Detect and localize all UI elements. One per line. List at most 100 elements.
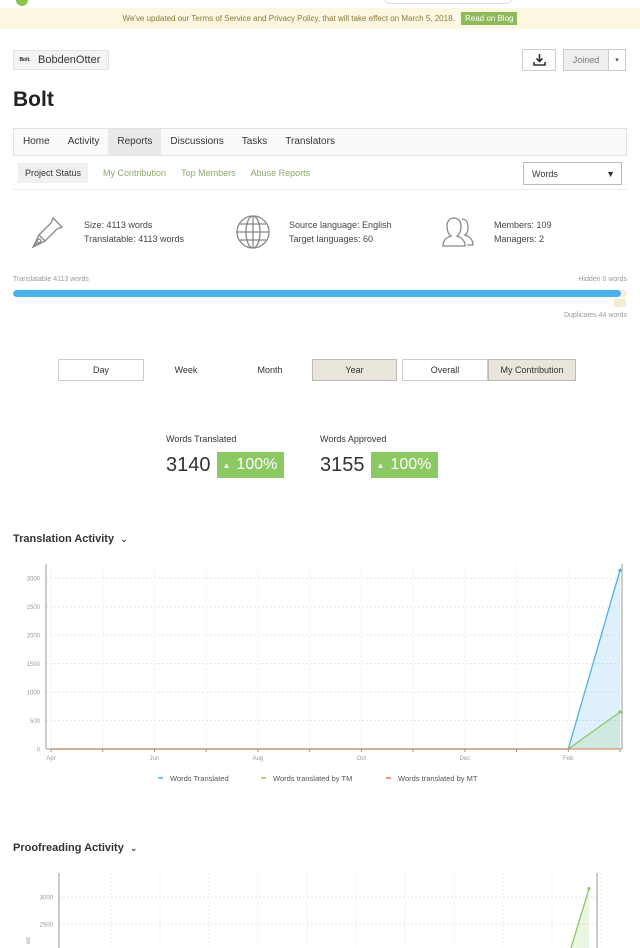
section-title-text: Translation Activity: [13, 533, 115, 545]
target-languages-text: Target languages: 60: [289, 234, 374, 244]
kpi-label: Words Approved: [320, 434, 387, 444]
proofreading-activity-chart: 2500 3000 ed: [26, 873, 602, 948]
kpi-delta-badge: ▲ 100%: [370, 452, 439, 478]
project-logo: Bolt.: [19, 57, 31, 63]
words-translated-kpi: Words Translated 3140 ▲ 100%: [166, 434, 285, 478]
size-stat: Size: 4113 words Translatable: 4113 word…: [30, 214, 184, 250]
page-title: Bolt: [13, 88, 54, 111]
kpi-value: 3140: [166, 453, 211, 476]
size-text: Size: 4113 words: [84, 220, 153, 230]
main-nav: Home Activity Reports Discussions Tasks …: [13, 128, 627, 156]
y-tick-label: 2500: [40, 923, 54, 929]
section-title-text: Proofreading Activity: [13, 842, 124, 854]
tab-activity[interactable]: Activity: [59, 129, 109, 155]
joined-button[interactable]: Joined: [563, 49, 609, 71]
unit-select[interactable]: Words ▼: [523, 162, 622, 185]
unit-select-value: Words: [532, 168, 558, 179]
subtab-top-members[interactable]: Top Members: [181, 163, 236, 183]
translation-progress-bar: [13, 290, 627, 297]
members-stat: Members: 109 Managers: 2: [440, 214, 552, 250]
x-tick-label: Oct: [357, 756, 367, 762]
duplicates-bar: [614, 299, 626, 307]
series-area: [51, 570, 620, 749]
search-input[interactable]: [384, 0, 512, 4]
scope-overall-button[interactable]: Overall: [402, 359, 488, 381]
members-text: Members: 109: [494, 220, 552, 230]
browser-top-strip: [0, 0, 640, 6]
chevron-down-icon: ⌄: [129, 842, 138, 853]
proofreading-activity-title[interactable]: Proofreading Activity ⌄: [13, 842, 137, 854]
series-area: [51, 712, 620, 749]
chevron-down-icon[interactable]: ▾: [609, 49, 626, 71]
period-year-button[interactable]: Year: [312, 359, 397, 381]
period-month-button[interactable]: Month: [228, 359, 312, 381]
scope-my-contribution-button[interactable]: My Contribution: [488, 359, 576, 381]
kpi-label: Words Translated: [166, 434, 237, 444]
x-tick-label: Jun: [150, 756, 160, 762]
period-selector: Day Week Month Year: [58, 359, 397, 381]
legend-label: Words translated by TM: [273, 774, 352, 783]
legend-label: Words Translated: [170, 774, 229, 783]
y-tick-label: 0: [37, 748, 41, 754]
tab-discussions[interactable]: Discussions: [161, 129, 232, 155]
kpi-delta-badge: ▲ 100%: [216, 452, 285, 478]
download-button[interactable]: [522, 49, 556, 71]
reports-subnav: Project Status My Contribution Top Membe…: [18, 163, 325, 183]
tab-tasks[interactable]: Tasks: [233, 129, 277, 155]
username: BobdenOtter: [38, 54, 101, 66]
hidden-label: Hidden 0 words: [578, 276, 627, 283]
read-on-blog-button[interactable]: Read on Blog: [460, 12, 518, 25]
x-tick-label: Apr: [46, 756, 55, 762]
tab-reports[interactable]: Reports: [108, 129, 162, 155]
kpi-value: 3155: [320, 453, 365, 476]
translatable-text: Translatable: 4113 words: [84, 234, 185, 244]
y-tick-label: 1500: [27, 662, 41, 668]
data-point: [618, 568, 622, 572]
up-arrow-icon: ▲: [376, 460, 385, 470]
words-approved-kpi: Words Approved 3155 ▲ 100%: [320, 434, 439, 478]
subtab-my-contribution[interactable]: My Contribution: [103, 163, 166, 183]
source-language-text: Source language: English: [289, 220, 392, 230]
y-axis-label-partial: ed: [26, 937, 32, 944]
translation-activity-title[interactable]: Translation Activity ⌄: [13, 533, 128, 545]
translatable-label: Translatable 4113 words: [13, 276, 89, 283]
y-tick-label: 500: [30, 719, 41, 725]
y-tick-label: 3000: [40, 896, 54, 902]
x-tick-label: Dec: [459, 756, 470, 762]
series-line: [51, 570, 621, 750]
app-logo-icon: [16, 0, 28, 6]
pen-nib-icon: [31, 216, 64, 249]
managers-text: Managers: 2: [494, 234, 545, 244]
terms-notice-bar: We've updated our Terms of Service and P…: [0, 8, 640, 29]
user-chip[interactable]: Bolt. BobdenOtter: [13, 50, 110, 70]
translation-activity-chart: 0 500 1000 1500 2000 2500 3000 Apr Jun Aug Oct Dec F…: [27, 564, 623, 783]
globe-icon: [236, 215, 270, 249]
tab-translators[interactable]: Translators: [276, 129, 344, 155]
x-tick-label: Aug: [253, 756, 264, 762]
download-icon: [532, 54, 546, 66]
language-stat: Source language: English Target language…: [235, 214, 392, 250]
divider: [13, 189, 627, 190]
up-arrow-icon: ▲: [222, 460, 231, 470]
series-line: [51, 711, 621, 750]
users-icon: [442, 217, 474, 247]
y-tick-label: 3000: [27, 577, 41, 583]
period-week-button[interactable]: Week: [144, 359, 228, 381]
kpi-delta-text: 100%: [236, 456, 278, 473]
kpi-delta-text: 100%: [390, 456, 432, 473]
scope-selector: Overall My Contribution: [402, 359, 576, 381]
tab-home[interactable]: Home: [14, 129, 59, 155]
data-point: [618, 710, 622, 714]
legend-label: Words translated by MT: [398, 774, 478, 783]
subtab-abuse-reports[interactable]: Abuse Reports: [251, 163, 311, 183]
subtab-project-status[interactable]: Project Status: [18, 163, 89, 183]
period-day-button[interactable]: Day: [58, 359, 144, 381]
y-tick-label: 1000: [27, 691, 41, 697]
chevron-down-icon: ▼: [606, 168, 615, 179]
y-tick-label: 2000: [27, 634, 41, 640]
duplicates-label: Duplicates 44 words: [563, 312, 627, 319]
y-tick-label: 2500: [27, 605, 41, 611]
notice-text: We've updated our Terms of Service and P…: [122, 14, 455, 23]
x-tick-label: Feb: [563, 756, 574, 762]
chevron-down-icon: ⌄: [120, 533, 128, 544]
